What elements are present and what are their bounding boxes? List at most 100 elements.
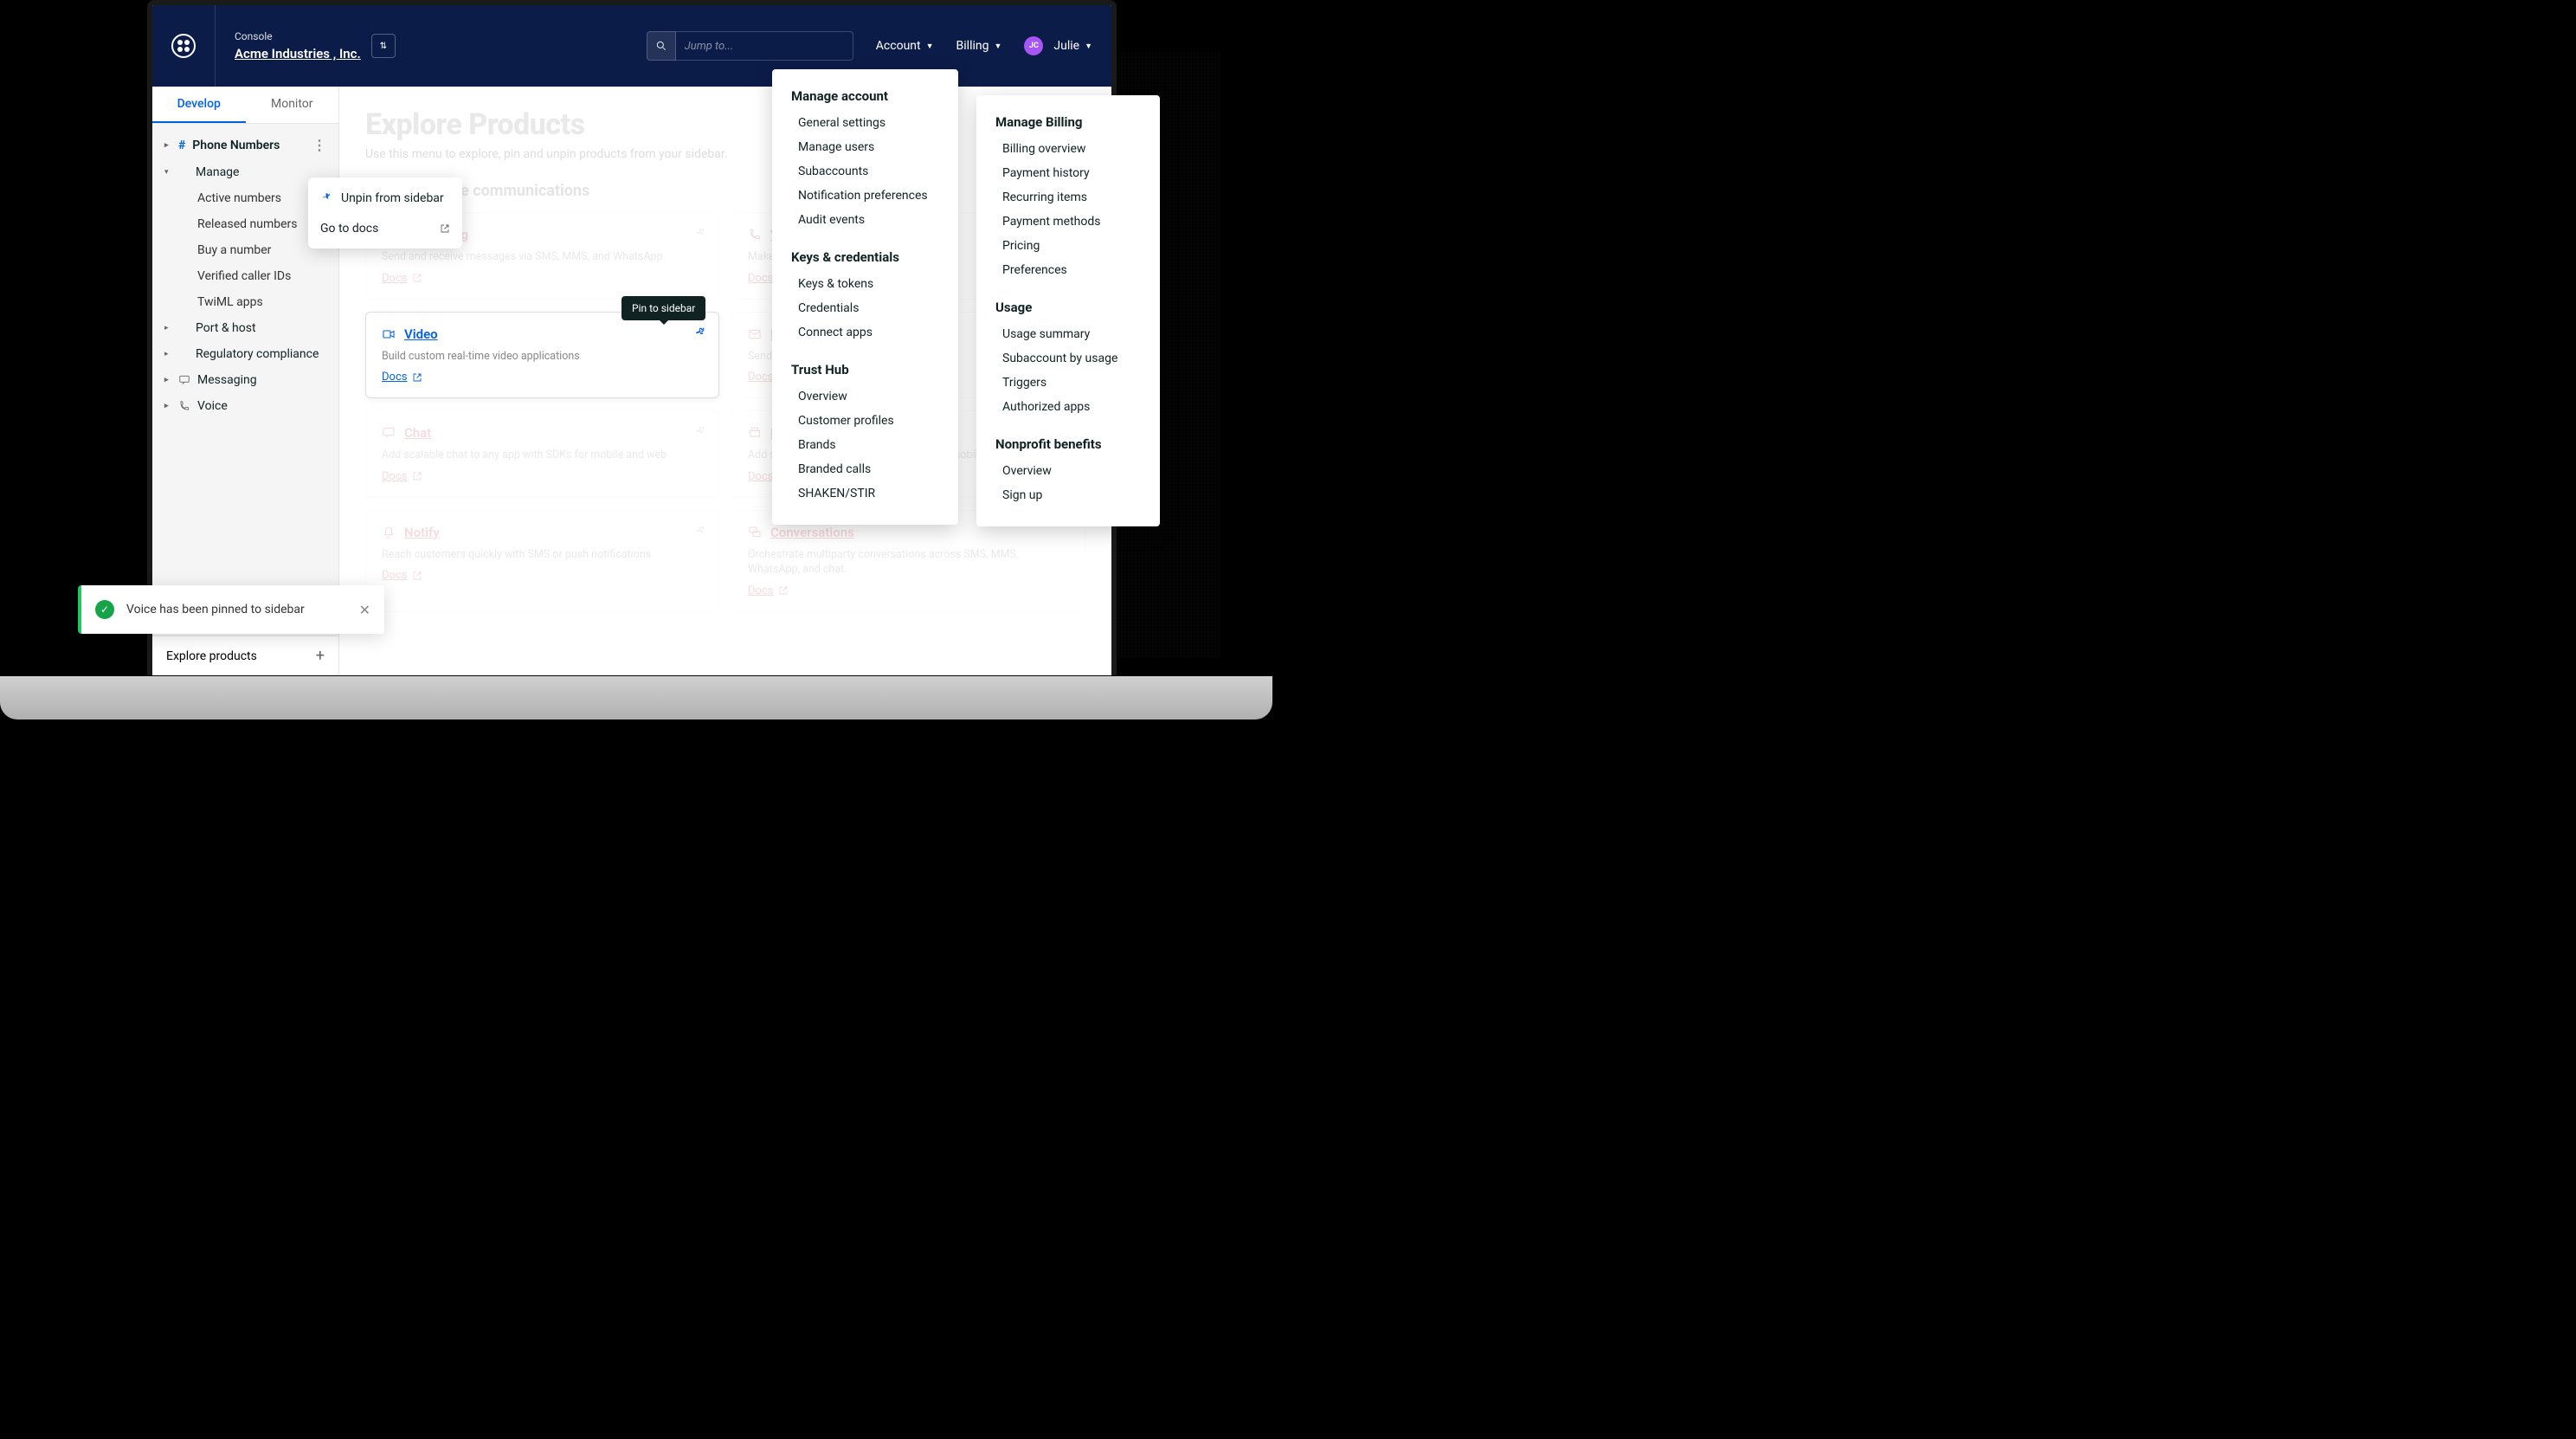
chat-icon	[178, 374, 190, 386]
caret-icon: ▸	[164, 350, 171, 358]
docs-link[interactable]: Docs	[382, 470, 422, 483]
pin-button[interactable]	[694, 325, 706, 341]
dropdown-item[interactable]: Sign up	[995, 483, 1141, 507]
dropdown-item[interactable]: Subaccounts	[791, 159, 939, 184]
external-link-icon	[412, 273, 422, 283]
dropdown-item[interactable]: Pricing	[995, 234, 1141, 258]
context-menu-docs[interactable]: Go to docs	[308, 214, 462, 243]
toast-message: Voice has been pinned to sidebar	[126, 603, 347, 616]
sidebar-item-phone-numbers[interactable]: ▸ # Phone Numbers ⋮	[152, 131, 338, 159]
billing-dropdown: Manage Billing Billing overviewPayment h…	[976, 95, 1160, 526]
dropdown-item[interactable]: Recurring items	[995, 185, 1141, 210]
external-link-icon	[412, 471, 422, 481]
dropdown-item[interactable]: Connect apps	[791, 320, 939, 345]
dropdown-item[interactable]: Branded calls	[791, 457, 939, 481]
avatar: JC	[1024, 36, 1043, 55]
search-input[interactable]	[676, 31, 853, 61]
dropdown-item[interactable]: Credentials	[791, 296, 939, 320]
context-menu: Unpin from sidebar Go to docs	[308, 177, 462, 248]
sidebar-item-twiml-apps[interactable]: TwiML apps	[152, 289, 338, 315]
header-bar: Console Acme Industries , Inc. ⇅ Account…	[152, 5, 1111, 87]
dropdown-item[interactable]: Manage users	[791, 135, 939, 159]
dropdown-item[interactable]: Preferences	[995, 258, 1141, 282]
caret-icon: ▸	[164, 141, 171, 150]
dropdown-item[interactable]: Audit events	[791, 208, 939, 232]
docs-link[interactable]: Docs	[748, 584, 789, 597]
dropdown-section-heading: Keys & credentials	[791, 249, 939, 265]
dropdown-item[interactable]: Keys & tokens	[791, 272, 939, 296]
divider	[215, 5, 216, 87]
external-link-icon	[412, 571, 422, 581]
dropdown-item[interactable]: Triggers	[995, 371, 1141, 395]
dropdown-item[interactable]: Payment history	[995, 161, 1141, 185]
chevron-down-icon: ▼	[994, 42, 1001, 51]
docs-link[interactable]: Docs	[382, 371, 422, 384]
tab-monitor[interactable]: Monitor	[246, 87, 339, 123]
account-name[interactable]: Acme Industries , Inc.	[235, 46, 361, 61]
docs-link[interactable]: Docs	[382, 569, 422, 582]
dropdown-item[interactable]: General settings	[791, 111, 939, 135]
sidebar-item-port-host[interactable]: ▸Port & host	[152, 315, 338, 341]
pin-button[interactable]	[694, 523, 706, 539]
nav-billing[interactable]: Billing▼	[956, 39, 1002, 53]
caret-icon: ▸	[164, 402, 171, 410]
dropdown-item[interactable]: Usage summary	[995, 322, 1141, 346]
docs-link[interactable]: Docs	[382, 272, 422, 285]
dropdown-item[interactable]: Payment methods	[995, 210, 1141, 234]
caret-icon: ▸	[164, 376, 171, 384]
dropdown-item[interactable]: Notification preferences	[791, 184, 939, 208]
brand-logo-icon	[171, 34, 196, 58]
dropdown-item[interactable]: Overview	[995, 459, 1141, 483]
sidebar-tabs: Develop Monitor	[152, 87, 338, 124]
hash-icon: #	[178, 139, 185, 152]
check-icon: ✓	[95, 600, 114, 619]
sidebar-item-messaging[interactable]: ▸ Messaging	[152, 367, 338, 393]
more-menu-button[interactable]: ⋮	[312, 137, 326, 153]
account-switcher-button[interactable]: ⇅	[371, 34, 396, 58]
dropdown-item[interactable]: Brands	[791, 433, 939, 457]
account-block: Console Acme Industries , Inc.	[235, 30, 361, 61]
nav-user[interactable]: JC Julie▼	[1024, 36, 1092, 55]
external-link-icon	[440, 223, 450, 234]
caret-icon: ▸	[164, 324, 171, 332]
dropdown-section-heading: Manage account	[791, 88, 939, 104]
dropdown-item[interactable]: Authorized apps	[995, 395, 1141, 419]
pin-button[interactable]	[694, 225, 706, 242]
product-card-notify[interactable]: Notify Reach customers quickly with SMS …	[365, 510, 719, 612]
sidebar-item-verified-caller[interactable]: Verified caller IDs	[152, 263, 338, 289]
toast-notification: ✓ Voice has been pinned to sidebar ✕	[78, 585, 384, 634]
plus-icon: +	[316, 647, 325, 665]
dropdown-item[interactable]: SHAKEN/STIR	[791, 481, 939, 506]
nav-account[interactable]: Account▼	[876, 39, 934, 53]
pin-button[interactable]	[694, 423, 706, 440]
account-dropdown: Manage account General settingsManage us…	[772, 69, 958, 525]
laptop-base	[0, 676, 1272, 720]
chat-icon	[382, 426, 396, 440]
external-link-icon	[412, 372, 422, 383]
app-window: Console Acme Industries , Inc. ⇅ Account…	[147, 0, 1117, 675]
dropdown-item[interactable]: Subaccount by usage	[995, 346, 1141, 371]
caret-icon: ▾	[164, 168, 171, 177]
pin-tooltip: Pin to sidebar	[621, 296, 705, 320]
toast-close-button[interactable]: ✕	[359, 602, 370, 618]
tab-develop[interactable]: Develop	[152, 87, 246, 123]
bell-icon	[382, 526, 396, 539]
search-icon[interactable]	[647, 31, 676, 61]
conversations-icon	[748, 526, 762, 539]
sidebar-item-regulatory[interactable]: ▸Regulatory compliance	[152, 341, 338, 367]
email-icon	[748, 327, 762, 341]
product-card-chat[interactable]: Chat Add scalable chat to any app with S…	[365, 410, 719, 498]
phone-icon	[178, 400, 190, 412]
external-link-icon	[778, 585, 789, 596]
dropdown-item[interactable]: Customer profiles	[791, 409, 939, 433]
video-icon	[382, 327, 396, 341]
dropdown-item[interactable]: Billing overview	[995, 137, 1141, 161]
dropdown-item[interactable]: Overview	[791, 384, 939, 409]
context-menu-unpin[interactable]: Unpin from sidebar	[308, 183, 462, 214]
explore-products-button[interactable]: Explore products +	[152, 636, 338, 675]
sidebar-item-voice[interactable]: ▸ Voice	[152, 393, 338, 419]
pin-icon	[320, 190, 332, 206]
chevron-down-icon: ▼	[926, 42, 934, 51]
dropdown-section-heading: Nonprofit benefits	[995, 436, 1141, 452]
dropdown-section-heading: Trust Hub	[791, 362, 939, 377]
